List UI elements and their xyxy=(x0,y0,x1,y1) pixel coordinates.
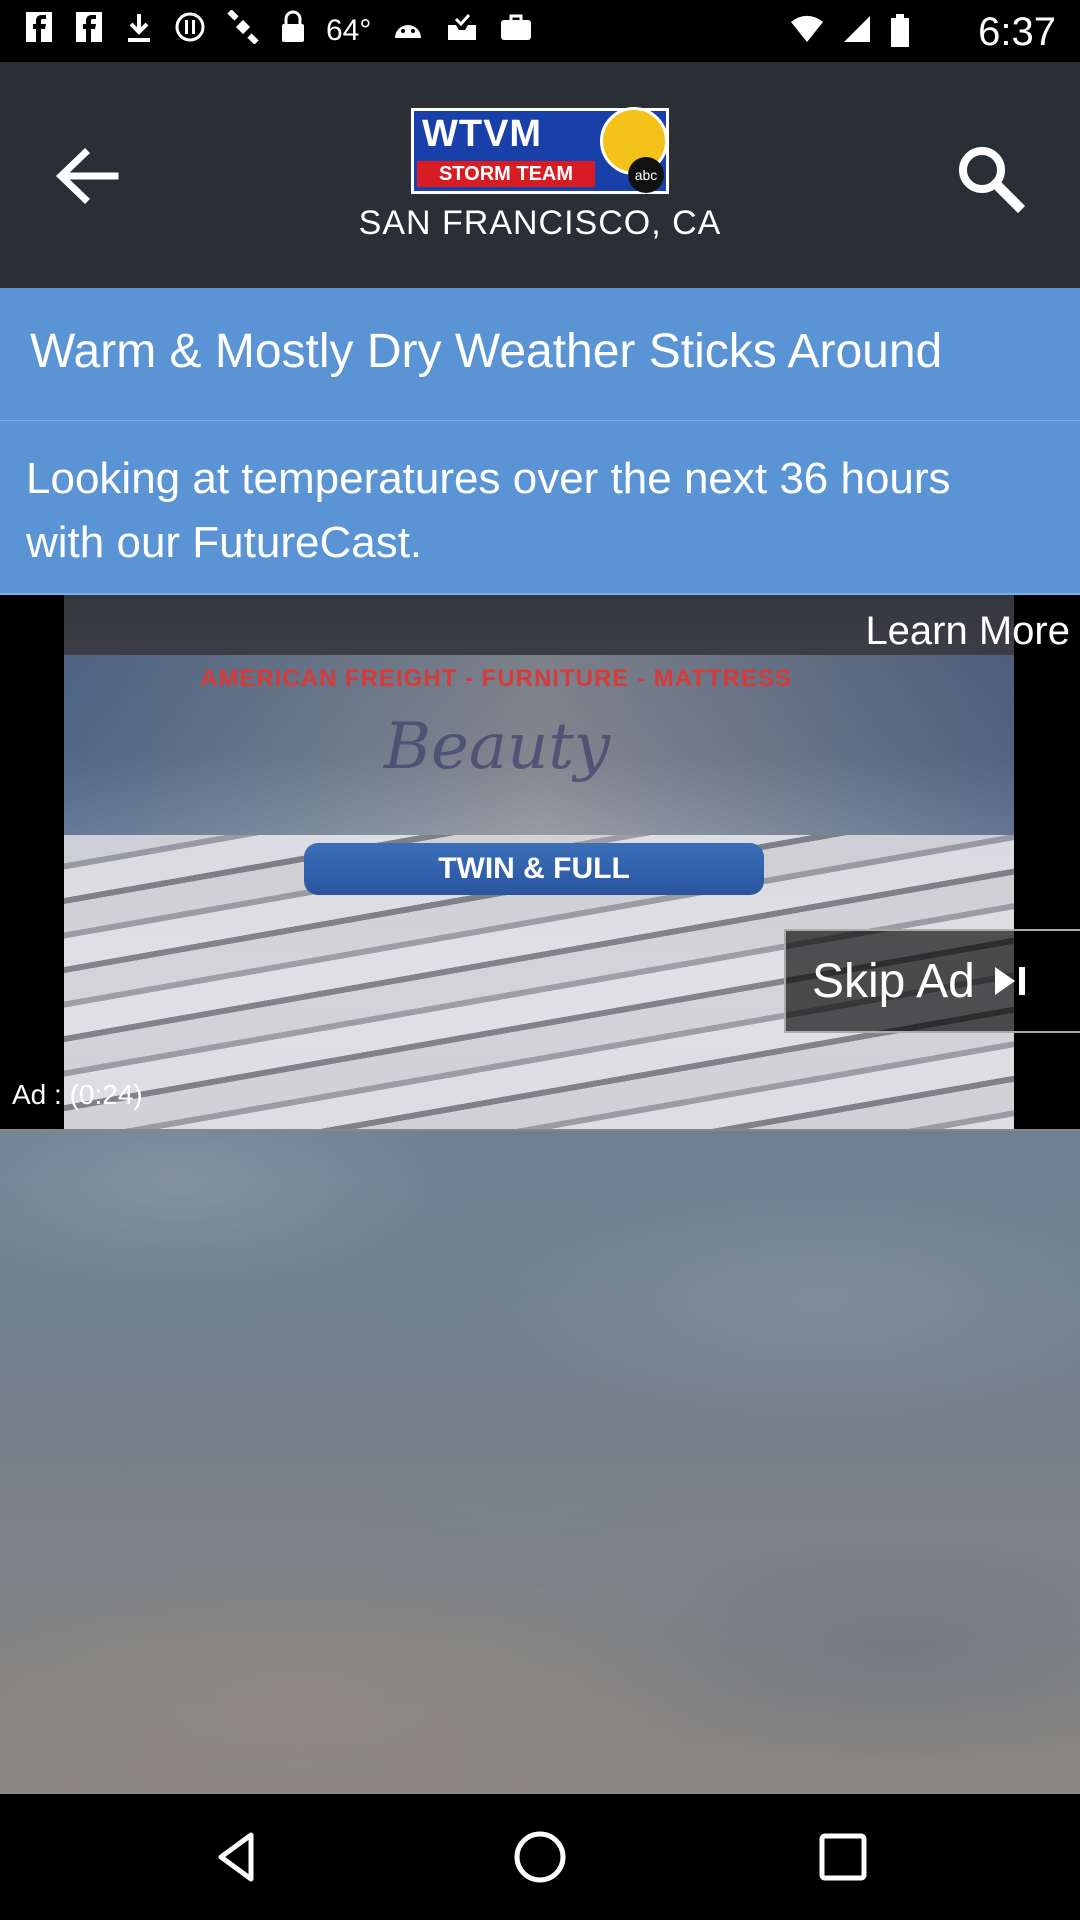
headline-section: Warm & Mostly Dry Weather Sticks Around xyxy=(0,288,1080,422)
android-icon xyxy=(391,12,425,50)
learn-more-link[interactable]: Learn More xyxy=(865,609,1070,654)
status-time: 6:37 xyxy=(978,10,1056,54)
signal-icon xyxy=(842,14,872,56)
skip-next-icon xyxy=(994,967,1025,995)
ad-timer: Ad : (0:24) xyxy=(12,1079,143,1110)
square-recents-icon xyxy=(819,1833,867,1881)
skip-ad-label: Skip Ad xyxy=(812,954,975,1008)
skip-ad-button[interactable]: Skip Ad xyxy=(784,929,1080,1033)
status-bar: 64° 6:37 xyxy=(0,0,1080,62)
lock-icon xyxy=(280,10,306,52)
location-label: SAN FRANCISCO, CA xyxy=(358,204,722,242)
nav-recents-button[interactable] xyxy=(813,1827,873,1887)
app-header: WTVM STORM TEAM abc SAN FRANCISCO, CA xyxy=(0,62,1080,288)
logo-badge: abc xyxy=(628,157,664,193)
battery-icon xyxy=(890,14,910,56)
logo-text: WTVM xyxy=(422,113,543,155)
facebook-icon xyxy=(74,10,104,52)
bag-icon xyxy=(499,12,533,50)
nav-home-button[interactable] xyxy=(510,1827,570,1887)
ad-video-frame[interactable]: AMERICAN FREIGHT - FURNITURE - MATTRESS … xyxy=(64,595,1014,1129)
logo-subtext: STORM TEAM xyxy=(417,161,595,187)
status-icons: 64° xyxy=(0,9,533,52)
video-player[interactable]: AMERICAN FREIGHT - FURNITURE - MATTRESS … xyxy=(0,595,1080,1131)
download-icon xyxy=(124,10,154,52)
circle-icon xyxy=(174,11,206,51)
triangle-back-icon xyxy=(218,1832,254,1882)
nav-back-button[interactable] xyxy=(207,1827,267,1887)
tray-icon xyxy=(445,11,479,51)
wifi-icon xyxy=(790,14,824,56)
ad-brand-text: AMERICAN FREIGHT - FURNITURE - MATTRESS xyxy=(200,665,792,692)
temperature-text: 64° xyxy=(326,14,372,47)
facebook-icon xyxy=(24,10,54,52)
article-headline: Warm & Mostly Dry Weather Sticks Around xyxy=(30,325,943,378)
search-button[interactable] xyxy=(950,138,1030,218)
status-signal-icons xyxy=(790,14,910,56)
search-icon xyxy=(959,147,1026,214)
satellite-icon xyxy=(226,9,260,52)
article-description: Looking at temperatures over the next 36… xyxy=(26,454,951,567)
station-logo: WTVM STORM TEAM abc xyxy=(411,107,669,194)
arrow-left-icon xyxy=(55,148,119,204)
ad-script-text: Beauty xyxy=(384,710,611,784)
navigation-bar xyxy=(0,1794,1080,1920)
description-section: Looking at temperatures over the next 36… xyxy=(0,421,1080,595)
circle-home-icon xyxy=(514,1831,566,1883)
ad-banner: TWIN & FULL xyxy=(304,843,764,895)
